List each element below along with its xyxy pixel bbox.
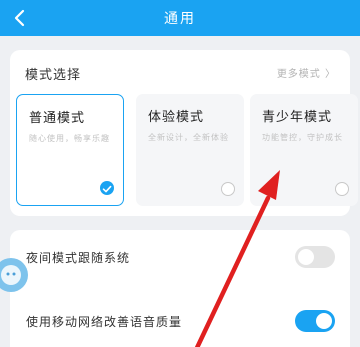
mode-selection-card: 模式选择 更多模式 〉 普通模式 随心使用，畅享乐趣 体验模式 全新设计，全新体… xyxy=(10,50,358,216)
mode-option-normal[interactable]: 普通模式 随心使用，畅享乐趣 xyxy=(16,94,124,206)
mode-name: 体验模式 xyxy=(148,110,205,125)
checkmark-icon xyxy=(102,185,112,193)
mode-description: 全新设计，全新体验 xyxy=(148,133,229,142)
assistant-face-icon xyxy=(1,265,21,285)
mode-radio[interactable] xyxy=(221,182,235,196)
mode-radio[interactable] xyxy=(335,182,349,196)
night-mode-label: 夜间模式跟随系统 xyxy=(26,251,131,265)
mode-option-experience[interactable]: 体验模式 全新设计，全新体验 xyxy=(136,94,244,206)
settings-card: 夜间模式跟随系统 使用移动网络改善语音质量 xyxy=(10,230,350,347)
toggle-knob xyxy=(298,249,314,265)
mode-radio-checked[interactable] xyxy=(100,181,114,195)
mode-name: 普通模式 xyxy=(29,111,86,126)
page-title: 通用 xyxy=(164,11,196,27)
mobile-network-toggle[interactable] xyxy=(295,310,335,332)
toggle-knob xyxy=(316,313,332,329)
mode-description: 功能管控，守护成长 xyxy=(262,133,343,142)
more-modes-link[interactable]: 更多模式 〉 xyxy=(277,65,336,80)
floating-assistant-icon[interactable] xyxy=(0,258,28,292)
night-mode-toggle[interactable] xyxy=(295,246,335,268)
top-bar: 通用 xyxy=(0,0,360,36)
mode-option-teen[interactable]: 青少年模式 功能管控，守护成长 xyxy=(250,94,358,206)
night-mode-row: 夜间模式跟随系统 xyxy=(10,238,350,278)
mobile-network-label: 使用移动网络改善语音质量 xyxy=(26,315,183,329)
mode-description: 随心使用，畅享乐趣 xyxy=(29,134,110,143)
mobile-network-row: 使用移动网络改善语音质量 xyxy=(10,302,350,342)
mode-name: 青少年模式 xyxy=(262,110,333,125)
mode-selection-title: 模式选择 xyxy=(25,68,82,83)
